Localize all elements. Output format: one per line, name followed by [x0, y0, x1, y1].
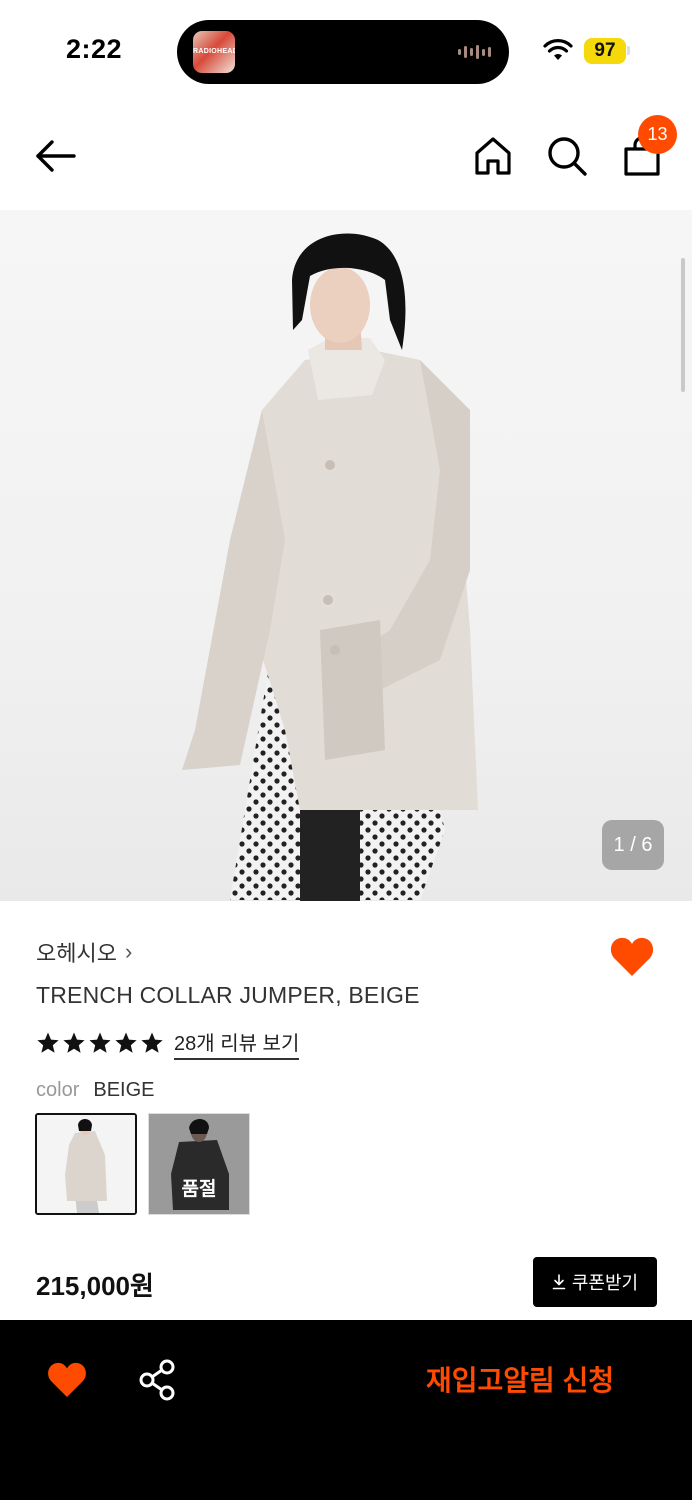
cart-count-badge: 13: [638, 115, 677, 154]
color-row: color BEIGE: [36, 1079, 155, 1102]
now-playing-art-text: RADIOHEAD: [193, 48, 235, 55]
brand-link[interactable]: 오헤시오 ›: [36, 937, 132, 967]
soldout-badge: 품절: [181, 1179, 217, 1200]
color-value: BEIGE: [93, 1079, 155, 1101]
back-arrow-icon[interactable]: [30, 134, 82, 178]
review-link[interactable]: 28개 리뷰 보기: [174, 1027, 300, 1060]
product-photo: [182, 233, 478, 901]
star-icon: [63, 1032, 85, 1053]
star-icon: [89, 1032, 111, 1053]
chevron-right-icon: ›: [124, 939, 133, 964]
audio-waveform-icon: [458, 45, 491, 59]
star-icon: [115, 1032, 137, 1053]
image-scrollbar[interactable]: [681, 258, 685, 392]
rating-stars: [36, 1031, 164, 1055]
product-image[interactable]: [0, 210, 692, 901]
dynamic-island[interactable]: RADIOHEAD: [177, 20, 509, 84]
now-playing-artwork: RADIOHEAD: [193, 31, 235, 73]
bottom-action-bar: 재입고알림 신청: [0, 1320, 692, 1500]
wishlist-heart-icon[interactable]: [609, 935, 655, 979]
image-counter: 1 / 6: [602, 820, 664, 870]
star-icon: [141, 1032, 163, 1053]
color-swatch-beige[interactable]: [35, 1113, 137, 1215]
coupon-button-label: 쿠폰받기: [571, 1273, 639, 1293]
color-label: color: [36, 1079, 80, 1101]
nav-header: [0, 100, 692, 210]
battery-indicator: 97: [584, 38, 626, 64]
coupon-button[interactable]: 쿠폰받기: [533, 1257, 657, 1307]
home-icon[interactable]: [472, 134, 514, 178]
restock-alert-button[interactable]: 재입고알림 신청: [410, 1356, 630, 1406]
swatch-thumbnail: [37, 1115, 135, 1213]
download-icon: [552, 1274, 566, 1290]
status-time: 2:22: [66, 34, 123, 64]
product-title: TRENCH COLLAR JUMPER, BEIGE: [36, 982, 420, 1008]
product-price: 215,000원: [36, 1271, 154, 1301]
wifi-icon: [543, 39, 573, 60]
rating-row: 28개 리뷰 보기: [36, 1027, 300, 1060]
brand-name: 오헤시오: [36, 941, 117, 966]
search-icon[interactable]: [545, 134, 589, 178]
wishlist-heart-icon[interactable]: [46, 1360, 88, 1400]
battery-tip: [627, 46, 630, 55]
star-icon: [37, 1032, 59, 1053]
status-bar: 2:22 RADIOHEAD 97: [0, 0, 692, 100]
share-icon[interactable]: [137, 1358, 177, 1402]
color-swatch-black[interactable]: 품절: [148, 1113, 250, 1215]
